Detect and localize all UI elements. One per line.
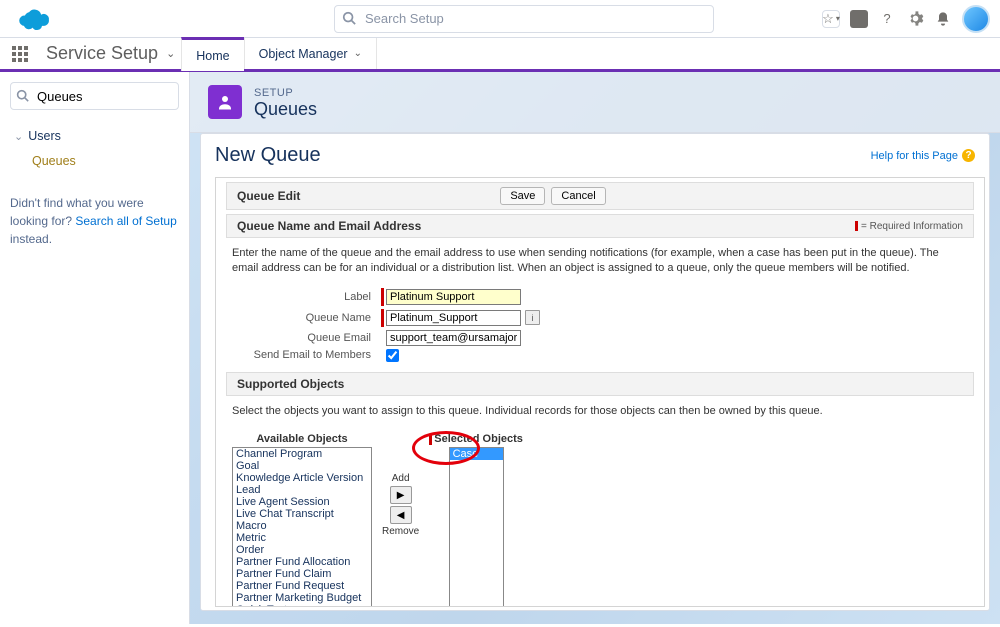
setup-eyebrow: SETUP xyxy=(254,87,293,99)
search-icon xyxy=(16,89,29,102)
list-item[interactable]: Lead xyxy=(233,484,371,496)
setup-title: Queues xyxy=(254,99,317,120)
remove-label: Remove xyxy=(382,526,419,537)
supported-objects-header: Supported Objects xyxy=(226,372,974,396)
add-button[interactable]: ＋ xyxy=(850,10,868,28)
send-email-label: Send Email to Members xyxy=(226,349,381,361)
name-email-description: Enter the name of the queue and the emai… xyxy=(226,238,974,285)
list-item[interactable]: Partner Fund Allocation xyxy=(233,556,371,568)
favorites-button[interactable]: ☆▾ xyxy=(822,10,840,28)
page-title: New Queue xyxy=(215,144,321,167)
global-search-input[interactable] xyxy=(334,5,714,33)
add-label: Add xyxy=(392,473,410,484)
remove-button-picklist[interactable]: ◀ xyxy=(390,506,412,524)
quick-find[interactable] xyxy=(10,82,179,110)
queue-name-info-icon[interactable]: i xyxy=(525,310,540,325)
label-input[interactable] xyxy=(386,289,521,305)
queue-name-input[interactable] xyxy=(386,310,521,326)
selected-objects-heading: Selected Objects xyxy=(429,433,523,445)
tab-home[interactable]: Home xyxy=(181,37,243,71)
list-item[interactable]: Case xyxy=(450,448,503,460)
list-item[interactable]: Macro xyxy=(233,520,371,532)
notifications-icon[interactable] xyxy=(934,10,952,28)
list-item[interactable]: Live Chat Transcript xyxy=(233,508,371,520)
queue-email-label: Queue Email xyxy=(226,332,381,344)
list-item[interactable]: Knowledge Article Version xyxy=(233,472,371,484)
tab-object-manager[interactable]: Object Manager⌄ xyxy=(244,38,377,69)
name-email-section-header: Queue Name and Email Address = Required … xyxy=(226,214,974,238)
help-for-page-link[interactable]: Help for this Page? xyxy=(871,149,975,162)
cancel-button[interactable]: Cancel xyxy=(551,187,605,205)
sidebar-item-users[interactable]: Users xyxy=(10,124,179,148)
queues-header-icon xyxy=(208,85,242,119)
queue-edit-header: Queue Edit Save Cancel xyxy=(226,182,974,210)
sidebar-item-queues[interactable]: Queues xyxy=(0,148,179,174)
available-objects-heading: Available Objects xyxy=(256,433,347,445)
list-item[interactable]: Partner Marketing Budget xyxy=(233,592,371,604)
list-item[interactable]: Channel Program xyxy=(233,448,371,460)
selected-objects-listbox[interactable]: Case xyxy=(449,447,504,607)
app-name-switcher[interactable]: Service Setup⌄ xyxy=(40,38,181,69)
list-item[interactable]: Quick Text xyxy=(233,604,371,607)
search-all-setup-link[interactable]: Search all of Setup xyxy=(75,214,176,228)
avatar[interactable] xyxy=(962,5,990,33)
global-search[interactable] xyxy=(334,5,714,33)
list-item[interactable]: Live Agent Session xyxy=(233,496,371,508)
available-objects-listbox[interactable]: Channel ProgramGoalKnowledge Article Ver… xyxy=(232,447,372,607)
list-item[interactable]: Partner Fund Claim xyxy=(233,568,371,580)
queue-name-label: Queue Name xyxy=(226,312,381,324)
add-button-picklist[interactable]: ▶ xyxy=(390,486,412,504)
list-item[interactable]: Order xyxy=(233,544,371,556)
app-launcher-icon[interactable] xyxy=(0,38,40,69)
queue-email-input[interactable] xyxy=(386,330,521,346)
list-item[interactable]: Goal xyxy=(233,460,371,472)
salesforce-logo-icon xyxy=(18,7,54,31)
help-icon[interactable]: ? xyxy=(878,10,896,28)
save-button[interactable]: Save xyxy=(500,187,545,205)
search-icon xyxy=(342,11,356,25)
sidebar-help-text: Didn't find what you were looking for? S… xyxy=(10,194,179,248)
label-field-label: Label xyxy=(226,291,381,303)
quick-find-input[interactable] xyxy=(10,82,179,110)
list-item[interactable]: Partner Fund Request xyxy=(233,580,371,592)
send-email-checkbox[interactable] xyxy=(386,349,399,362)
supported-objects-description: Select the objects you want to assign to… xyxy=(226,396,974,427)
gear-icon[interactable] xyxy=(906,10,924,28)
list-item[interactable]: Metric xyxy=(233,532,371,544)
